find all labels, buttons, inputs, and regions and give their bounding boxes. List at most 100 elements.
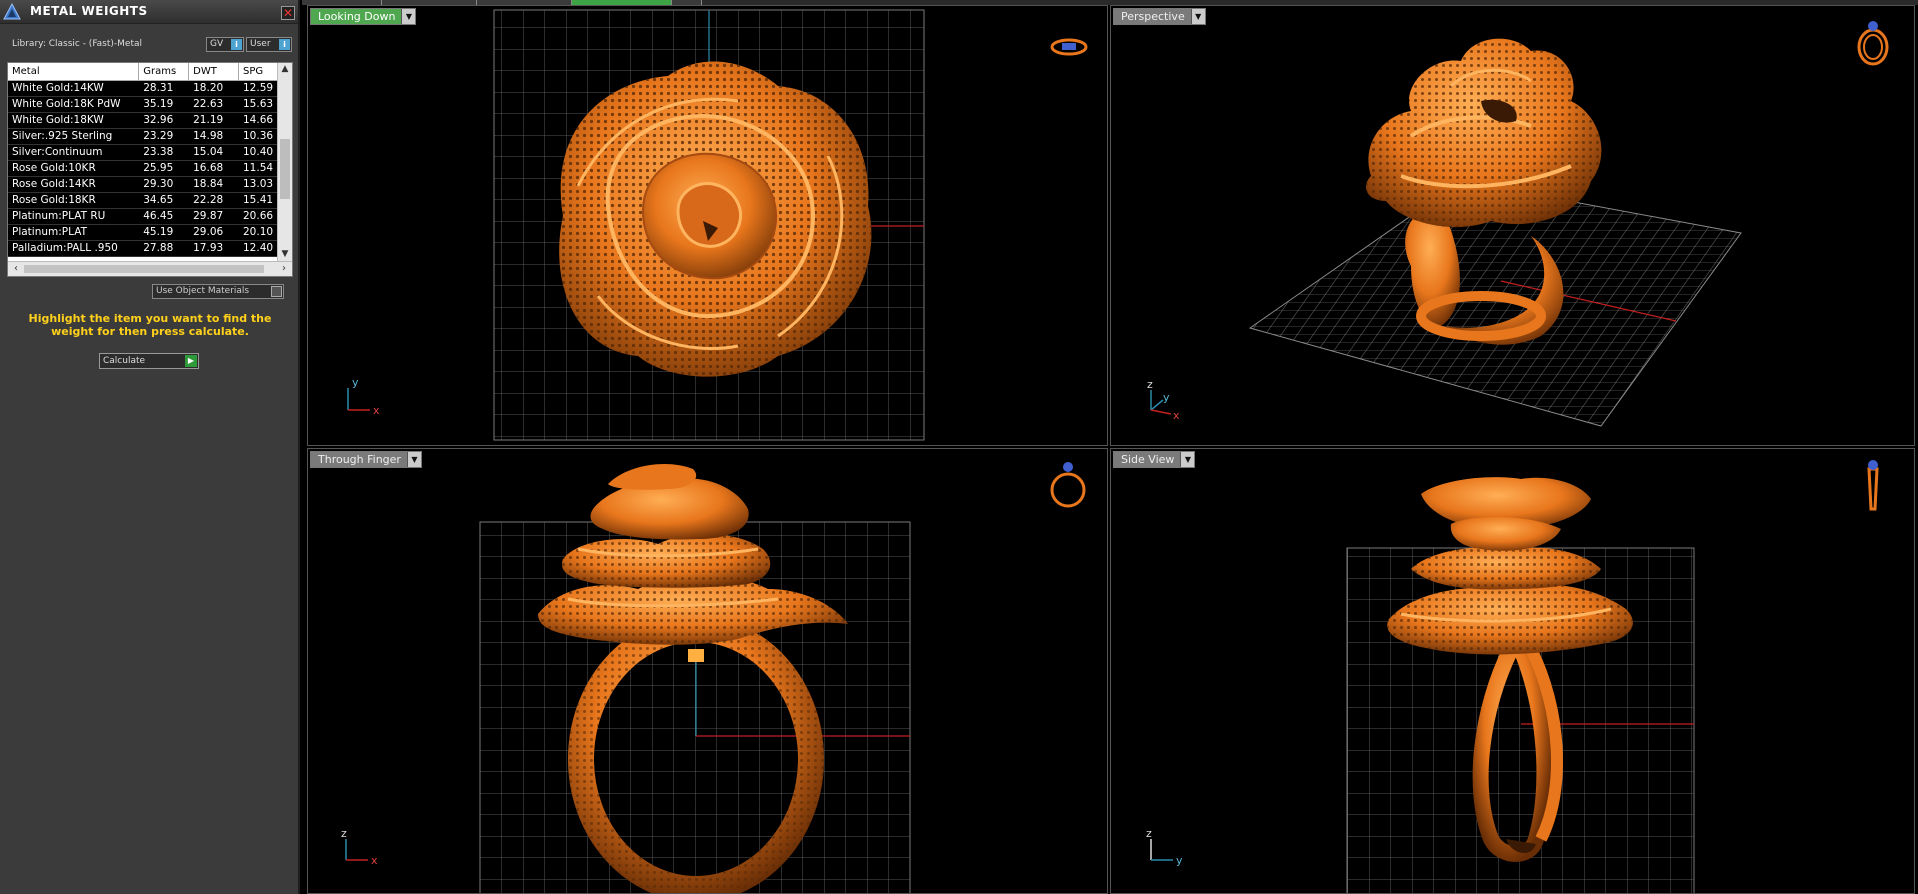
dwt-cell: 22.28	[188, 192, 239, 209]
grams-cell: 25.95	[138, 160, 190, 177]
scroll-left-icon[interactable]: ‹	[10, 263, 22, 275]
spg-cell: 10.36	[238, 128, 278, 145]
metal-table: Metal Grams DWT SPG White Gold:14KW 28.31…	[8, 63, 278, 257]
spg-cell: 14.66	[238, 112, 278, 129]
metal-cell: Platinum:PLAT	[8, 224, 140, 241]
dwt-cell: 18.20	[188, 80, 239, 97]
grams-cell: 45.19	[138, 224, 190, 241]
dwt-cell: 21.19	[188, 112, 239, 129]
info-icon: i	[279, 39, 290, 50]
table-row[interactable]: White Gold:18K PdW 35.19 22.63 15.63	[8, 96, 278, 113]
metal-cell: Rose Gold:10KR	[8, 160, 140, 177]
ring-icon	[1050, 462, 1086, 508]
scroll-up-icon[interactable]: ▲	[280, 64, 290, 76]
axis-label-z: z	[1147, 378, 1153, 391]
top-view-canvas: y x	[347, 9, 1088, 441]
dropdown-icon[interactable]: ▼	[1190, 9, 1205, 24]
spg-cell: 15.41	[238, 192, 278, 209]
horizontal-scroll-thumb[interactable]	[24, 265, 264, 273]
metal-cell: Silver:.925 Sterling	[8, 128, 140, 145]
table-row[interactable]: Platinum:PLAT 45.19 29.06 20.10	[8, 224, 278, 241]
axis-label-x: x	[1173, 409, 1180, 422]
column-header-grams[interactable]: Grams	[138, 63, 190, 81]
grams-cell: 28.31	[138, 80, 190, 97]
table-row[interactable]: White Gold:14KW 28.31 18.20 12.59	[8, 80, 278, 97]
close-icon[interactable]: ✕	[281, 6, 295, 20]
column-header-dwt[interactable]: DWT	[188, 63, 239, 81]
spg-cell: 11.54	[238, 160, 278, 177]
table-header-row: Metal Grams DWT SPG	[8, 63, 278, 81]
grams-cell: 35.19	[138, 96, 190, 113]
viewport-perspective[interactable]: z y x Perspective ▼	[1110, 5, 1915, 446]
perspective-canvas: z y x	[1147, 21, 1889, 427]
viewport-label-side-view[interactable]: Side View ▼	[1113, 451, 1196, 468]
spg-cell: 13.03	[238, 176, 278, 193]
dwt-cell: 29.87	[188, 208, 239, 225]
metal-cell: Platinum:PLAT RU	[8, 208, 140, 225]
metal-cell: Palladium:PALL .950	[8, 240, 140, 257]
viewport-through-finger[interactable]: z x Through Finger ▼	[307, 448, 1108, 894]
table-row[interactable]: Rose Gold:10KR 25.95 16.68 11.54	[8, 160, 278, 177]
grams-cell: 32.96	[138, 112, 190, 129]
gv-button[interactable]: GV i	[206, 37, 244, 52]
viewport-title: Side View	[1121, 453, 1175, 466]
spg-cell: 10.40	[238, 144, 278, 161]
through-finger-canvas: z x	[341, 462, 1086, 893]
viewport-label-perspective[interactable]: Perspective ▼	[1113, 8, 1206, 25]
ring-icon	[1857, 21, 1889, 66]
table-row[interactable]: Rose Gold:18KR 34.65 22.28 15.41	[8, 192, 278, 209]
table-row[interactable]: Silver:Continuum 23.38 15.04 10.40	[8, 144, 278, 161]
table-row[interactable]: Palladium:PALL .950 27.88 17.93 12.40	[8, 240, 278, 257]
checkbox-icon[interactable]	[271, 286, 282, 297]
panel-title: METAL WEIGHTS	[30, 4, 148, 18]
table-row[interactable]: Rose Gold:14KR 29.30 18.84 13.03	[8, 176, 278, 193]
dwt-cell: 18.84	[188, 176, 239, 193]
spg-cell: 20.66	[238, 208, 278, 225]
table-row[interactable]: White Gold:18KW 32.96 21.19 14.66	[8, 112, 278, 129]
metal-cell: Silver:Continuum	[8, 144, 140, 161]
instruction-text: Highlight the item you want to find the …	[28, 312, 272, 338]
dwt-cell: 15.04	[188, 144, 239, 161]
scroll-down-icon[interactable]: ▼	[280, 249, 290, 261]
axis-label-x: x	[373, 404, 380, 417]
table-vertical-scrollbar[interactable]: ▲ ▼	[277, 63, 292, 262]
metal-cell: White Gold:14KW	[8, 80, 140, 97]
spg-cell: 20.10	[238, 224, 278, 241]
axis-label-z: z	[1146, 827, 1152, 840]
dwt-cell: 29.06	[188, 224, 239, 241]
spg-cell: 12.59	[238, 80, 278, 97]
user-button[interactable]: User i	[246, 37, 292, 52]
axis-label-y: y	[352, 376, 359, 389]
metal-weights-panel: METAL WEIGHTS ✕ Library: Classic - (Fast…	[0, 0, 300, 894]
table-row[interactable]: Silver:.925 Sterling 23.29 14.98 10.36	[8, 128, 278, 145]
panel-titlebar: METAL WEIGHTS ✕	[0, 0, 298, 24]
ring-icon	[1867, 460, 1879, 511]
dropdown-icon[interactable]: ▼	[406, 452, 421, 467]
grams-cell: 46.45	[138, 208, 190, 225]
viewport-side-view[interactable]: z y Side View ▼	[1110, 448, 1915, 894]
column-header-metal[interactable]: Metal	[8, 63, 140, 81]
dropdown-icon[interactable]: ▼	[1180, 452, 1195, 467]
grams-cell: 34.65	[138, 192, 190, 209]
grams-cell: 23.29	[138, 128, 190, 145]
vertical-scroll-thumb[interactable]	[280, 139, 290, 199]
use-object-materials-toggle[interactable]: Use Object Materials	[152, 284, 284, 299]
viewport-title: Looking Down	[318, 10, 396, 23]
table-horizontal-scrollbar[interactable]: ‹ ›	[8, 261, 292, 276]
dropdown-icon[interactable]: ▼	[401, 9, 416, 24]
ring-icon	[1050, 38, 1088, 56]
calculate-button[interactable]: Calculate ▶	[99, 353, 199, 369]
column-header-spg[interactable]: SPG	[238, 63, 278, 81]
info-icon: i	[231, 39, 242, 50]
viewport-label-through-finger[interactable]: Through Finger ▼	[310, 451, 422, 468]
table-row[interactable]: Platinum:PLAT RU 46.45 29.87 20.66	[8, 208, 278, 225]
metal-cell: Rose Gold:14KR	[8, 176, 140, 193]
dwt-cell: 17.93	[188, 240, 239, 257]
viewport-title: Perspective	[1121, 10, 1185, 23]
spg-cell: 12.40	[238, 240, 278, 257]
viewport-looking-down[interactable]: y x Looking Down ▼	[307, 5, 1108, 446]
grams-cell: 27.88	[138, 240, 190, 257]
metal-cell: White Gold:18K PdW	[8, 96, 140, 113]
scroll-right-icon[interactable]: ›	[278, 263, 290, 275]
viewport-label-looking-down[interactable]: Looking Down ▼	[310, 8, 417, 25]
